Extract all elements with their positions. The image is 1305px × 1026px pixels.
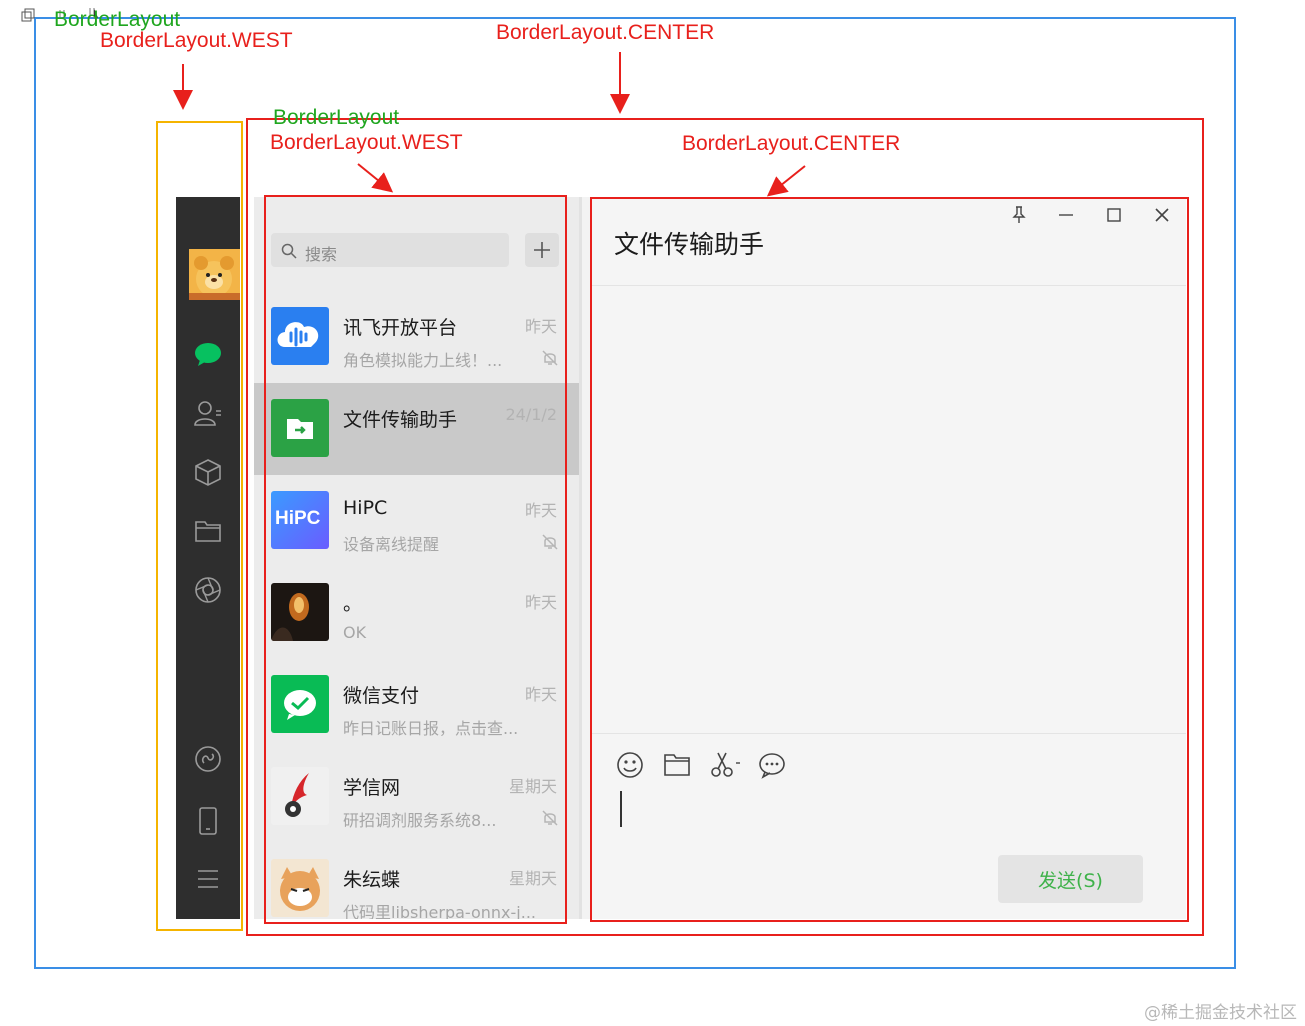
- sidebar-folder[interactable]: [176, 513, 240, 549]
- sidebar-contacts[interactable]: [176, 395, 240, 431]
- watermark: @稀土掘金技术社区: [1144, 1003, 1297, 1023]
- sidebar-miniprogram[interactable]: [176, 741, 240, 777]
- sidebar-chat[interactable]: [176, 336, 240, 372]
- contacts-icon: [194, 401, 221, 426]
- sidebar-moments[interactable]: [176, 572, 240, 608]
- inner-west-box: [264, 195, 567, 924]
- sidebar-menu[interactable]: [176, 861, 240, 897]
- folder-icon: [195, 521, 221, 542]
- box-icon: [195, 459, 221, 486]
- wechat-sidebar: [176, 197, 240, 919]
- arrow-inner-center: [766, 165, 806, 197]
- sidebar-box[interactable]: [176, 454, 240, 490]
- miniprogram-icon: [195, 746, 221, 772]
- sidebar-phone[interactable]: [176, 803, 240, 839]
- chat-icon: [195, 343, 221, 366]
- list-scrollbar[interactable]: [579, 197, 582, 919]
- menu-icon: [198, 870, 218, 888]
- phone-icon: [199, 807, 217, 835]
- arrow-inner-west: [357, 163, 394, 193]
- moments-icon: [195, 577, 221, 603]
- inner-center-box: [590, 197, 1189, 922]
- avatar[interactable]: [189, 249, 240, 300]
